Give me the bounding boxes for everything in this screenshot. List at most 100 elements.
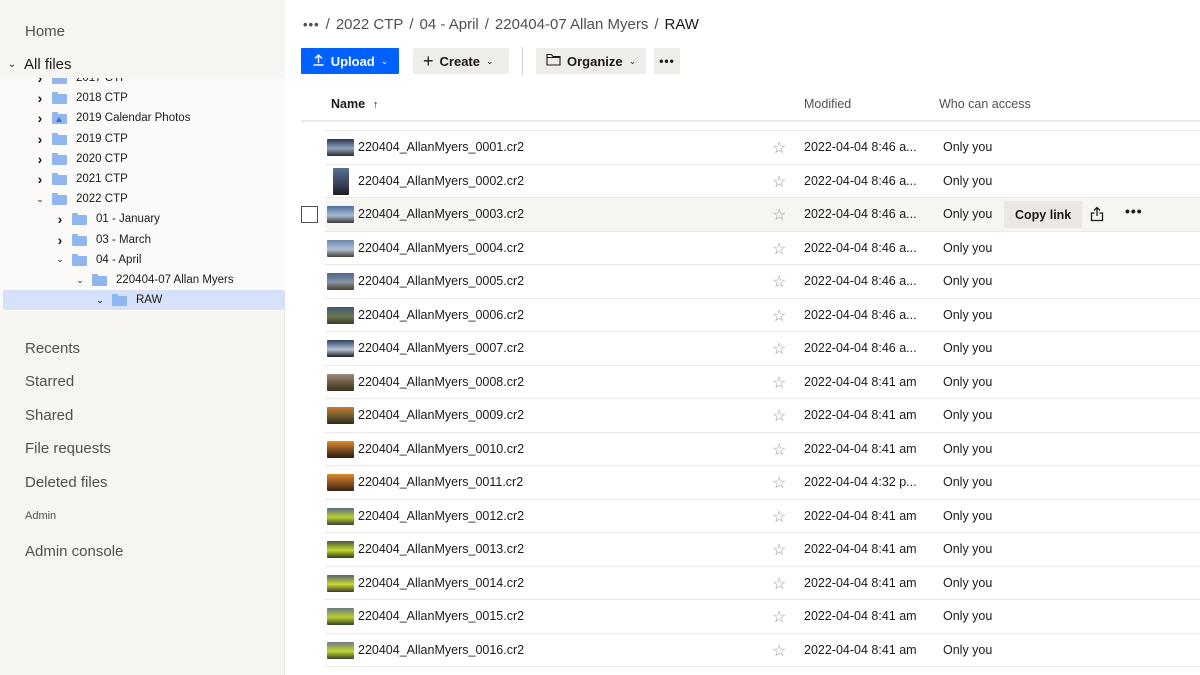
create-button[interactable]: + Create ⌄ <box>413 48 509 74</box>
file-name[interactable]: 220404_AllanMyers_0010.cr2 <box>358 442 524 456</box>
sidebar-item-all-files[interactable]: ⌄ All files <box>0 53 72 75</box>
sidebar-item-deleted-files[interactable]: Deleted files <box>25 474 108 491</box>
sidebar-item-file-requests[interactable]: File requests <box>25 440 111 457</box>
file-row[interactable]: 220404_AllanMyers_0005.cr2 ☆ 2022-04-04 8:… <box>325 265 1200 299</box>
file-name[interactable]: 220404_AllanMyers_0011.cr2 <box>358 475 523 489</box>
star-icon[interactable]: ☆ <box>772 339 786 359</box>
chevron-down-icon[interactable]: ⌄ <box>53 254 67 265</box>
star-icon[interactable]: ☆ <box>772 574 786 594</box>
sidebar-item-recents[interactable]: Recents <box>25 340 80 357</box>
chevron-right-icon[interactable]: › <box>53 232 67 248</box>
file-name[interactable]: 220404_AllanMyers_0002.cr2 <box>358 174 524 188</box>
star-icon[interactable]: ☆ <box>772 540 786 560</box>
copy-link-button[interactable]: Copy link <box>1004 201 1083 228</box>
file-row[interactable]: 220404_AllanMyers_0008.cr2 ☆ 2022-04-04 8:… <box>325 366 1200 399</box>
chevron-right-icon[interactable]: › <box>33 151 47 167</box>
file-name[interactable]: 220404_AllanMyers_0013.cr2 <box>358 542 524 556</box>
image-thumbnail <box>327 306 354 324</box>
tree-item[interactable]: ⌄ 2022 CTP <box>3 189 285 209</box>
upload-button[interactable]: Upload ⌄ <box>301 48 399 74</box>
sidebar-item-shared[interactable]: Shared <box>25 407 73 424</box>
file-row[interactable]: 220404_AllanMyers_0003.cr2 ☆ 2022-04-04 8:… <box>301 198 1200 232</box>
star-icon[interactable]: ☆ <box>772 507 786 527</box>
file-name[interactable]: 220404_AllanMyers_0015.cr2 <box>358 609 524 623</box>
chevron-right-icon[interactable]: › <box>33 131 47 147</box>
star-icon[interactable]: ☆ <box>772 473 786 493</box>
column-header-access[interactable]: Who can access <box>939 97 1031 111</box>
star-icon[interactable]: ☆ <box>772 406 786 426</box>
breadcrumb-separator: / <box>484 16 489 33</box>
file-row[interactable]: 220404_AllanMyers_0006.cr2 ☆ 2022-04-04 8:… <box>325 299 1200 332</box>
file-name[interactable]: 220404_AllanMyers_0006.cr2 <box>358 308 524 322</box>
file-row[interactable]: 220404_AllanMyers_0002.cr2 ☆ 2022-04-04 8:… <box>325 165 1200 198</box>
more-actions-button[interactable]: ••• <box>654 48 680 74</box>
file-row[interactable]: 220404_AllanMyers_0013.cr2 ☆ 2022-04-04 8:… <box>325 533 1200 567</box>
chevron-down-icon[interactable]: ⌄ <box>33 194 47 205</box>
chevron-right-icon[interactable]: › <box>33 90 47 106</box>
file-row[interactable]: 220404_AllanMyers_0004.cr2 ☆ 2022-04-04 8:… <box>325 232 1200 265</box>
file-name[interactable]: 220404_AllanMyers_0007.cr2 <box>358 341 524 355</box>
tree-item[interactable]: › 01 - January <box>3 209 285 229</box>
star-icon[interactable]: ☆ <box>772 373 786 393</box>
star-icon[interactable]: ☆ <box>772 306 786 326</box>
breadcrumb-overflow-button[interactable]: ••• <box>303 17 320 32</box>
column-header-name[interactable]: Name ↑ <box>331 97 379 111</box>
tree-item-label: 2019 Calendar Photos <box>76 112 191 125</box>
star-icon[interactable]: ☆ <box>772 641 786 661</box>
chevron-down-icon[interactable]: ⌄ <box>73 275 87 286</box>
file-name[interactable]: 220404_AllanMyers_0004.cr2 <box>358 241 524 255</box>
chevron-right-icon[interactable]: › <box>53 211 67 227</box>
file-name[interactable]: 220404_AllanMyers_0014.cr2 <box>358 576 524 590</box>
file-row[interactable]: 220404_AllanMyers_0016.cr2 ☆ 2022-04-04 8:… <box>325 634 1200 667</box>
tree-item[interactable]: › 2021 CTP <box>3 169 285 189</box>
file-row[interactable]: 220404_AllanMyers_0012.cr2 ☆ 2022-04-04 8:… <box>325 500 1200 533</box>
row-checkbox[interactable] <box>301 206 318 223</box>
chevron-right-icon[interactable]: › <box>33 171 47 187</box>
file-row[interactable]: 220404_AllanMyers_0015.cr2 ☆ 2022-04-04 8:… <box>325 600 1200 634</box>
file-name[interactable]: 220404_AllanMyers_0009.cr2 <box>358 408 524 422</box>
file-name[interactable]: 220404_AllanMyers_0008.cr2 <box>358 375 524 389</box>
file-name[interactable]: 220404_AllanMyers_0016.cr2 <box>358 643 524 657</box>
tree-item[interactable]: ⌄ 220404-07 Allan Myers <box>3 270 285 290</box>
file-row[interactable]: 220404_AllanMyers_0001.cr2 ☆ 2022-04-04 8:… <box>325 131 1200 165</box>
share-icon[interactable] <box>1090 206 1104 222</box>
file-name[interactable]: 220404_AllanMyers_0003.cr2 <box>358 207 524 221</box>
modified-date: 2022-04-04 8:46 a... <box>804 240 917 255</box>
chevron-down-icon[interactable]: ⌄ <box>93 295 107 306</box>
star-icon[interactable]: ☆ <box>772 239 786 259</box>
column-header-modified[interactable]: Modified <box>804 97 851 111</box>
chevron-down-icon[interactable]: ⌄ <box>0 59 24 70</box>
tree-item[interactable]: › 2018 CTP <box>3 88 285 108</box>
tree-item-label: 220404-07 Allan Myers <box>116 274 234 286</box>
row-more-button[interactable]: ••• <box>1125 203 1143 219</box>
star-icon[interactable]: ☆ <box>772 138 786 158</box>
organize-button[interactable]: Organize ⌄ <box>536 48 646 74</box>
file-name[interactable]: 220404_AllanMyers_0001.cr2 <box>358 140 524 154</box>
star-icon[interactable]: ☆ <box>772 607 786 627</box>
tree-item[interactable]: › 2020 CTP <box>3 149 285 169</box>
breadcrumb-item[interactable]: 2022 CTP <box>336 16 404 33</box>
file-row[interactable]: 220404_AllanMyers_0010.cr2 ☆ 2022-04-04 8:… <box>325 433 1200 466</box>
star-icon[interactable]: ☆ <box>772 272 786 292</box>
sidebar-item-home[interactable]: Home <box>25 23 65 40</box>
star-icon[interactable]: ☆ <box>772 172 786 192</box>
star-icon[interactable]: ☆ <box>772 440 786 460</box>
breadcrumb-item[interactable]: 04 - April <box>420 16 479 33</box>
file-row[interactable]: 220404_AllanMyers_0009.cr2 ☆ 2022-04-04 8:… <box>325 399 1200 433</box>
chevron-right-icon[interactable]: › <box>33 110 47 126</box>
star-icon[interactable]: ☆ <box>772 205 786 225</box>
tree-item[interactable]: ⌄ 04 - April <box>3 250 285 270</box>
file-name[interactable]: 220404_AllanMyers_0012.cr2 <box>358 509 524 523</box>
tree-item[interactable]: › 2019 CTP <box>3 129 285 149</box>
file-row[interactable]: 220404_AllanMyers_0014.cr2 ☆ 2022-04-04 8:… <box>325 567 1200 600</box>
sidebar-item-admin-console[interactable]: Admin console <box>25 543 123 560</box>
tree-item[interactable]: ›VIDEO RAW <box>3 310 285 311</box>
file-row[interactable]: 220404_AllanMyers_0007.cr2 ☆ 2022-04-04 8:… <box>325 332 1200 366</box>
tree-item[interactable]: › 03 - March <box>3 230 285 250</box>
tree-item[interactable]: › 2019 Calendar Photos <box>3 108 285 128</box>
file-row[interactable]: 220404_AllanMyers_0011.cr2 ☆ 2022-04-04 4:… <box>325 466 1200 500</box>
tree-item[interactable]: ⌄ RAW <box>3 290 285 311</box>
file-name[interactable]: 220404_AllanMyers_0005.cr2 <box>358 274 524 288</box>
breadcrumb-item[interactable]: 220404-07 Allan Myers <box>495 16 648 33</box>
sidebar-item-starred[interactable]: Starred <box>25 373 74 390</box>
